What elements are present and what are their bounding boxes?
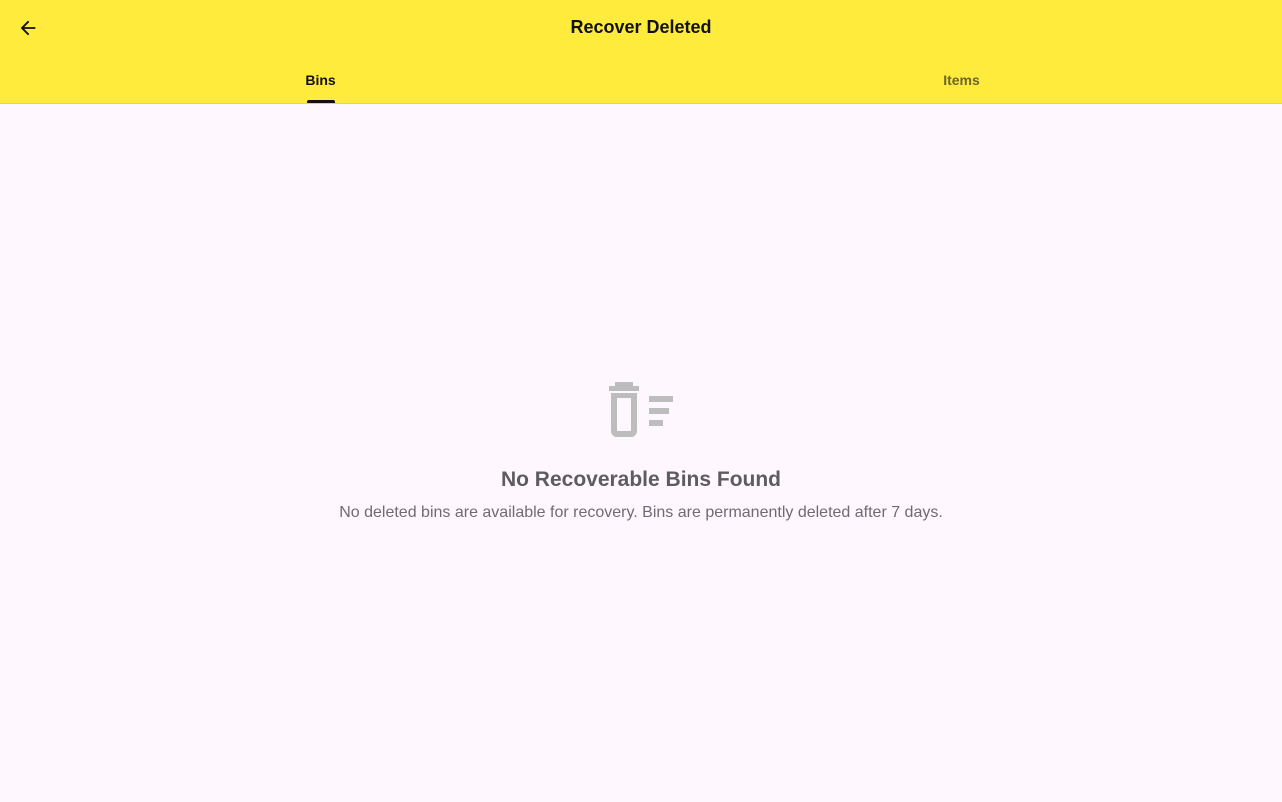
page-title: Recover Deleted: [570, 17, 712, 37]
empty-state: No Recoverable Bins Found No deleted bin…: [0, 378, 1282, 522]
empty-state-description: No deleted bins are available for recove…: [339, 504, 943, 521]
active-tab-indicator: [306, 100, 335, 103]
app-bar: Recover Deleted Bins Items: [0, 0, 1282, 104]
tab-items[interactable]: Items: [641, 56, 1282, 103]
empty-state-title: No Recoverable Bins Found: [500, 468, 782, 491]
delete-sweep-icon: [609, 382, 673, 437]
tab-bar: Bins Items: [0, 56, 1282, 103]
tab-bins-label: Bins: [305, 72, 336, 88]
tab-bins[interactable]: Bins: [0, 56, 641, 103]
tab-items-label: Items: [943, 72, 980, 88]
